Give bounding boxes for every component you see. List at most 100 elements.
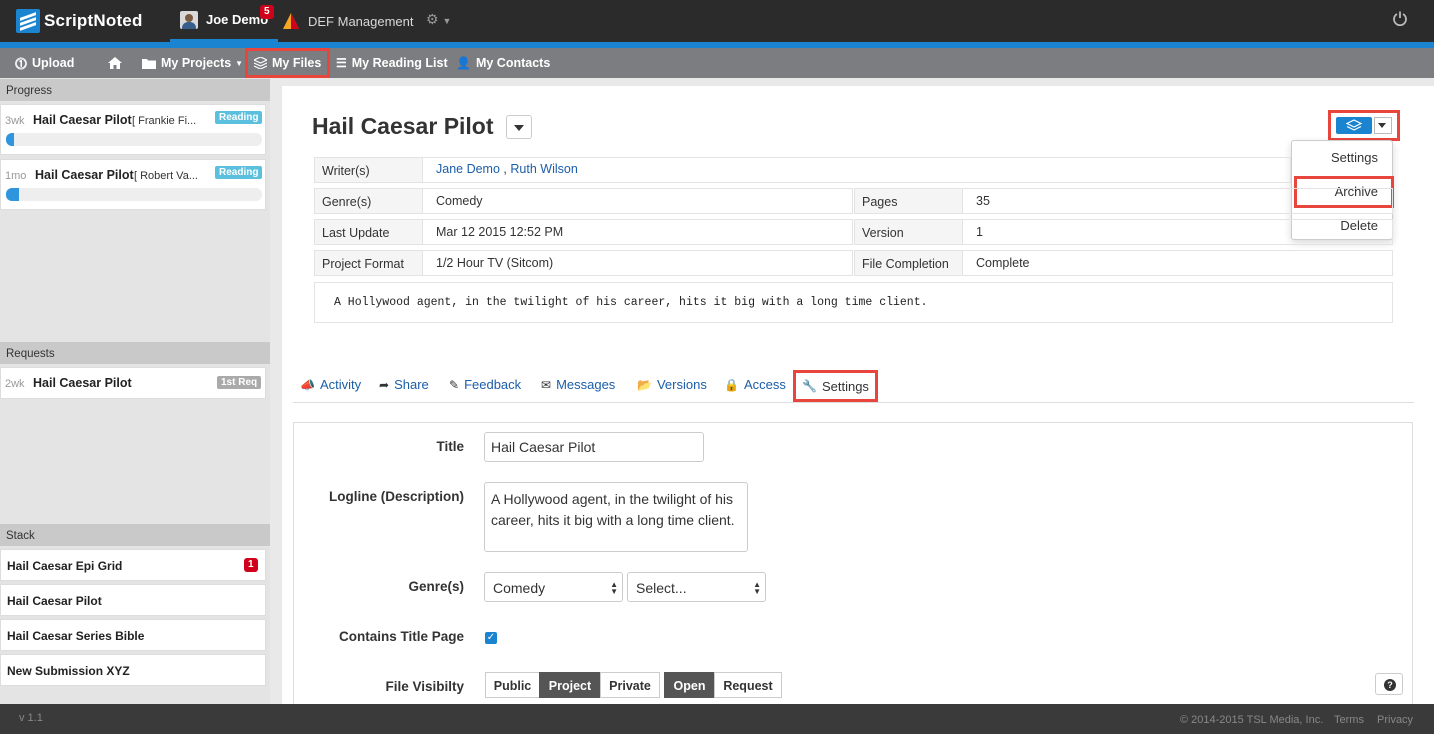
genre-value: Comedy [436,194,483,208]
upload-icon: ⓵ [15,56,28,71]
access-open-button[interactable]: Open [664,672,715,698]
tab-label: Messages [556,377,616,392]
layers-icon [1336,117,1372,134]
tab-label: Settings [821,378,869,394]
stack-item[interactable]: New Submission XYZ [0,654,266,686]
stack-item[interactable]: Hail Caesar Pilot [0,584,266,616]
power-icon[interactable] [1392,10,1408,26]
share-icon: ➦ [379,377,390,392]
version-value: 1 [976,225,983,239]
stack-item-title: New Submission XYZ [7,664,130,678]
writers-separator: , [503,162,507,176]
tab-activity[interactable]: 📣 Activity [300,377,361,392]
card-reader: [ Robert Va... [134,170,198,182]
chevron-down-icon [514,125,524,131]
genre-select-value: Select... [636,580,687,596]
genre-label: Genre(s) [315,189,423,213]
file-actions-button[interactable] [1328,110,1400,141]
home-icon[interactable] [108,48,122,78]
menu-item-settings[interactable]: Settings [1292,150,1392,165]
tab-settings[interactable]: 🔧 Settings [793,370,878,402]
pages-label: Pages [855,189,963,213]
stack-section-title: Stack [0,524,270,546]
writer-link[interactable]: Jane Demo [436,162,500,176]
logo-icon [16,9,40,33]
stack-badge: 1 [244,558,258,572]
title-page-checkbox[interactable]: ✓ [485,632,497,644]
card-title: Hail Caesar Pilot [33,113,132,127]
tab-versions[interactable]: 📂 Versions [637,377,707,392]
version-row: Version 1 [854,219,1393,245]
upload-button[interactable]: ⓵ Upload [15,48,74,78]
terms-link[interactable]: Terms [1334,714,1364,726]
stack-item[interactable]: Hail Caesar Series Bible [0,619,266,651]
reading-list-link[interactable]: ☰ My Reading List [336,48,448,78]
format-label: Project Format [315,251,423,275]
list-icon: ☰ [336,56,347,70]
org-switcher[interactable]: DEF Management [282,12,414,30]
last-update-label: Last Update [315,220,423,244]
card-age: 1mo [5,170,27,182]
tab-feedback[interactable]: ✎ Feedback [449,377,521,392]
request-card[interactable]: 2wk Hail Caesar Pilot 1st Req [0,367,266,399]
genre-row: Genre(s) Comedy [314,188,853,214]
logline-textarea[interactable]: A Hollywood agent, in the twilight of hi… [484,482,748,552]
writer-link[interactable]: Ruth Wilson [510,162,577,176]
caret-down-icon[interactable] [1374,117,1392,134]
megaphone-icon: 📣 [300,377,315,392]
tab-label: Activity [319,377,362,392]
title-dropdown-button[interactable] [506,115,532,139]
title-input[interactable] [484,432,704,462]
footer: v 1.1 © 2014-2015 TSL Media, Inc. Terms … [0,704,1434,734]
question-icon: ? [1384,679,1396,691]
folder-icon [142,58,156,69]
progress-card[interactable]: 3wk Hail Caesar Pilot [ Frankie Fi... Re… [0,104,266,155]
progress-card[interactable]: 1mo Hail Caesar Pilot [ Robert Va... Rea… [0,159,266,210]
visibility-label: File Visibilty [385,679,464,694]
stack-item[interactable]: Hail Caesar Epi Grid 1 [0,549,266,581]
tab-share[interactable]: ➦ Share [379,377,429,392]
contacts-icon: 👤 [456,56,471,70]
envelope-icon: ✉ [541,377,552,392]
help-button[interactable]: ? [1375,673,1403,695]
my-projects-menu[interactable]: My Projects ▼ [142,48,243,78]
stack-item-title: Hail Caesar Pilot [7,594,102,608]
page-title: Hail Caesar Pilot [312,113,494,139]
last-update-value: Mar 12 2015 12:52 PM [436,225,564,239]
genre-select-2[interactable]: Select... ▲ ▼ [627,572,766,602]
layers-icon [254,57,267,69]
app-logo[interactable]: ScriptNoted [16,8,143,34]
copyright: © 2014-2015 TSL Media, Inc. [1180,714,1324,726]
card-age: 3wk [5,115,25,127]
tab-messages[interactable]: ✉ Messages [541,377,615,392]
visibility-project-button[interactable]: Project [539,672,601,698]
genre-form-label: Genre(s) [408,579,464,594]
tab-label: Access [743,377,786,392]
gear-icon[interactable]: ⚙ ▼ [426,11,451,28]
my-projects-label: My Projects [161,56,232,70]
card-reader: [ Frankie Fi... [132,115,197,127]
tab-access[interactable]: 🔒 Access [724,377,786,392]
notification-badge[interactable]: 5 [260,5,274,19]
genre-select-1[interactable]: Comedy ▲ ▼ [484,572,623,602]
format-row: Project Format 1/2 Hour TV (Sitcom) [314,250,853,276]
my-files-link[interactable]: My Files [245,48,331,78]
visibility-public-button[interactable]: Public [485,672,540,698]
wrench-icon: 🔧 [802,379,817,393]
writers-row: Writer(s) Jane Demo , Ruth Wilson [314,157,1291,183]
tab-divider [293,402,1414,403]
access-request-button[interactable]: Request [714,672,782,698]
writers-label: Writer(s) [315,158,423,182]
reading-list-label: My Reading List [351,56,448,70]
format-value: 1/2 Hour TV (Sitcom) [436,256,554,270]
privacy-link[interactable]: Privacy [1377,714,1413,726]
visibility-private-button[interactable]: Private [600,672,660,698]
contacts-label: My Contacts [475,56,551,70]
tab-label: Share [394,377,429,392]
contacts-link[interactable]: 👤 My Contacts [456,48,550,78]
select-arrows-icon: ▲ ▼ [753,580,761,596]
requests-section-title: Requests [0,342,270,364]
card-title: Hail Caesar Pilot [35,168,134,182]
my-files-label: My Files [272,56,322,70]
org-name: DEF Management [308,13,414,29]
